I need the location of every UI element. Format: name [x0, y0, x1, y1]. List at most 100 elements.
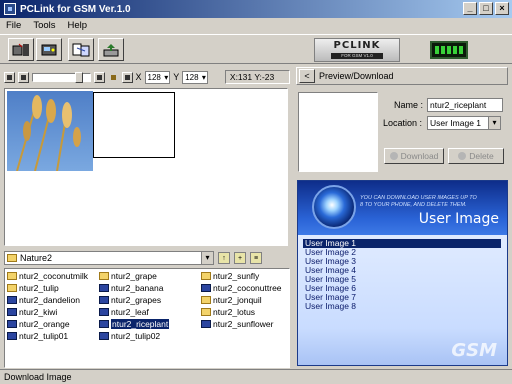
- image-file-icon: [99, 308, 109, 316]
- download-button[interactable]: Download: [384, 148, 444, 164]
- minimize-button[interactable]: _: [463, 2, 477, 15]
- download-icon: [389, 152, 398, 160]
- file-name: ntur2_orange: [19, 319, 70, 329]
- window-controls: _ □ ×: [463, 2, 509, 15]
- up-folder-icon[interactable]: ↑: [218, 252, 230, 264]
- user-image-banner: YOU CAN DOWNLOAD USER IMAGES UP TO 8 TO …: [298, 181, 507, 235]
- file-item[interactable]: ntur2_tulip01: [7, 330, 88, 342]
- dropdown-arrow-icon[interactable]: ▾: [201, 252, 213, 264]
- phone-connect-icon: [12, 43, 29, 56]
- crop-button[interactable]: [121, 71, 133, 83]
- file-name: ntur2_sunflower: [213, 319, 274, 329]
- file-name: ntur2_kiwi: [19, 307, 58, 317]
- file-item[interactable]: ntur2_banana: [99, 282, 169, 294]
- file-item[interactable]: ntur2_kiwi: [7, 306, 88, 318]
- name-field[interactable]: ntur2_riceplant: [427, 98, 503, 112]
- new-folder-icon[interactable]: +: [234, 252, 246, 264]
- file-item[interactable]: ntur2_jonquil: [201, 294, 282, 306]
- upload-button[interactable]: [98, 38, 124, 61]
- pclink-logo: PCLINK FOR GSM V1.0: [314, 38, 400, 62]
- zoom-slider[interactable]: [31, 71, 91, 83]
- folder-bar: Nature2 ▾ ↑ + ≡: [4, 250, 290, 266]
- file-name: ntur2_tulip: [19, 283, 59, 293]
- file-name: ntur2_leaf: [111, 307, 149, 317]
- view-menu-icon[interactable]: ≡: [250, 252, 262, 264]
- image-folder-icon: [201, 272, 211, 280]
- file-item[interactable]: ntur2_orange: [7, 318, 88, 330]
- connect-button[interactable]: [8, 38, 34, 61]
- file-item[interactable]: ntur2_coconuttree: [201, 282, 282, 294]
- folder-icon: [7, 254, 17, 262]
- image-file-icon: [99, 320, 109, 328]
- location-select[interactable]: User Image 1 ▾: [427, 116, 501, 130]
- file-item[interactable]: ntur2_tulip: [7, 282, 88, 294]
- menu-tools[interactable]: Tools: [33, 20, 55, 31]
- file-item[interactable]: ntur2_dandelion: [7, 294, 88, 306]
- crop-selection[interactable]: [93, 92, 175, 158]
- image-file-icon: [99, 284, 109, 292]
- user-image-panel: YOU CAN DOWNLOAD USER IMAGES UP TO 8 TO …: [297, 180, 508, 366]
- user-image-item[interactable]: User Image 8: [303, 302, 501, 311]
- image-folder-icon: [201, 308, 211, 316]
- image-transfer-button[interactable]: [68, 38, 94, 61]
- image-folder-icon: [99, 272, 109, 280]
- user-image-title: User Image: [418, 211, 499, 227]
- location-label: Location :: [383, 118, 423, 128]
- file-name: ntur2_banana: [111, 283, 164, 293]
- image-file-icon: [7, 296, 17, 304]
- image-folder-icon: [7, 272, 17, 280]
- file-item[interactable]: ntur2_tulip02: [99, 330, 169, 342]
- transfer-icon: [72, 43, 90, 56]
- title-bar: PCLink for GSM Ver.1.0 _ □ ×: [0, 0, 512, 18]
- banner-text-1: YOU CAN DOWNLOAD USER IMAGES UP TO: [360, 195, 477, 201]
- file-name: ntur2_grapes: [111, 295, 162, 305]
- delete-button[interactable]: Delete: [448, 148, 504, 164]
- x-size-select[interactable]: 128: [144, 70, 171, 84]
- image-file-icon: [201, 320, 211, 328]
- image-canvas[interactable]: [4, 88, 288, 246]
- delete-icon: [458, 152, 467, 160]
- file-item[interactable]: ntur2_lotus: [201, 306, 282, 318]
- close-button[interactable]: ×: [495, 2, 509, 15]
- file-name: ntur2_tulip01: [19, 331, 69, 341]
- phone-settings-button[interactable]: [36, 38, 62, 61]
- collapse-arrow-icon[interactable]: <: [299, 69, 315, 83]
- wheat-image: [7, 91, 93, 171]
- image-file-icon: [7, 320, 17, 328]
- file-item[interactable]: ntur2_grapes: [99, 294, 169, 306]
- file-name: ntur2_sunfly: [213, 271, 260, 281]
- banner-text-2: 8 TO YOUR PHONE, AND DELETE THEM.: [360, 202, 467, 208]
- prev-button[interactable]: [17, 71, 29, 83]
- camera-lens-icon: [312, 185, 356, 229]
- next-button[interactable]: [93, 71, 105, 83]
- x-label: X: [135, 72, 142, 82]
- y-size-select[interactable]: 128: [182, 70, 208, 84]
- menu-help[interactable]: Help: [68, 20, 88, 31]
- device-status-indicator: [430, 41, 468, 59]
- file-item[interactable]: ntur2_leaf: [99, 306, 169, 318]
- folder-name: Nature2: [20, 253, 53, 263]
- file-item[interactable]: ntur2_coconutmilk: [7, 270, 88, 282]
- phone-icon: [41, 44, 57, 55]
- folder-select[interactable]: Nature2 ▾: [4, 251, 214, 265]
- key-icon[interactable]: [108, 72, 119, 83]
- file-name: ntur2_riceplant: [111, 319, 170, 329]
- file-item[interactable]: ntur2_sunflower: [201, 318, 282, 330]
- file-name: ntur2_coconuttree: [213, 283, 282, 293]
- window-title: PCLink for GSM Ver.1.0: [20, 3, 131, 15]
- menu-file[interactable]: File: [6, 20, 21, 31]
- dropdown-arrow-icon[interactable]: ▾: [488, 117, 500, 129]
- slider-thumb[interactable]: [74, 71, 83, 83]
- rewind-button[interactable]: [4, 71, 15, 83]
- maximize-button[interactable]: □: [479, 2, 493, 15]
- file-list: ntur2_coconutmilk ntur2_tulip ntur2_dandel…: [4, 268, 290, 368]
- coordinate-readout: X:131 Y:-23: [224, 70, 291, 84]
- file-item[interactable]: ntur2_riceplant: [99, 318, 170, 330]
- file-name: ntur2_tulip02: [111, 331, 161, 341]
- file-item[interactable]: ntur2_sunfly: [201, 270, 282, 282]
- toolbar: PCLINK FOR GSM V1.0: [0, 34, 512, 64]
- image-folder-icon: [7, 284, 17, 292]
- file-column-3: ntur2_sunfly ntur2_coconuttree ntur2_jonqu…: [201, 270, 282, 330]
- file-item[interactable]: ntur2_grape: [99, 270, 169, 282]
- y-label: Y: [173, 72, 180, 82]
